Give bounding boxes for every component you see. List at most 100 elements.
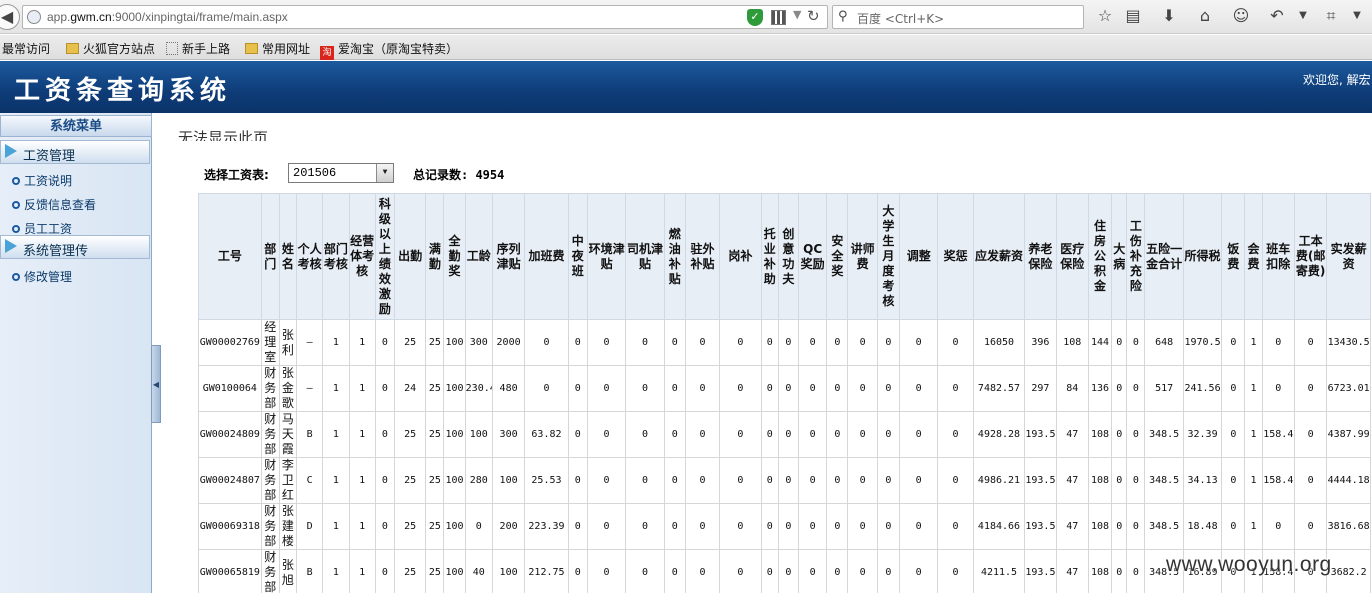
menu-item-feedback[interactable]: 反馈信息查看 xyxy=(12,196,96,213)
table-cell: 0 xyxy=(567,457,588,504)
menu-dropdown-icon[interactable]: ▼ xyxy=(1292,5,1314,27)
url-field[interactable]: app.gwm.cn:9000/xinpingtai/frame/main.as… xyxy=(22,5,828,29)
table-cell: 47 xyxy=(1055,457,1089,504)
reading-list-icon[interactable]: ▤ xyxy=(1122,5,1144,27)
chat-icon[interactable]: ☺ xyxy=(1230,5,1252,27)
table-cell: 0 xyxy=(663,549,686,593)
expand-arrow-icon xyxy=(5,144,17,158)
expand-arrow-icon xyxy=(5,239,17,253)
bookmark-common-sites[interactable]: 常用网址 xyxy=(245,40,310,57)
col-header: 班车扣除 xyxy=(1261,193,1295,320)
table-cell: 0 xyxy=(876,457,901,504)
col-header: 全勤奖 xyxy=(443,193,466,320)
table-cell: 张利 xyxy=(278,319,297,366)
back-arrow-icon[interactable]: ◀ xyxy=(0,4,20,30)
table-cell: 100 xyxy=(464,411,493,458)
table-cell: 25 xyxy=(393,457,427,504)
table-cell: B xyxy=(295,411,324,458)
col-header: QC奖励 xyxy=(797,193,828,320)
bookmark-getting-started[interactable]: 新手上路 xyxy=(166,40,230,57)
table-cell: 1 xyxy=(348,365,376,412)
more-dropdown-icon[interactable]: ▼ xyxy=(1346,5,1368,27)
table-cell: 0 xyxy=(1111,503,1128,550)
download-icon[interactable]: ⬇ xyxy=(1158,5,1180,27)
table-row: GW00002769 经理室 张利 –1 1 0 25 25 100 300 2000 0 0 0 0 0 0 0… xyxy=(198,319,1371,366)
col-header: 住房公积金 xyxy=(1087,193,1113,320)
error-message: 无法显示此页 xyxy=(178,129,269,141)
table-cell: 0 xyxy=(876,319,901,366)
table-cell: 0 xyxy=(663,411,686,458)
table-cell: 0 xyxy=(1111,365,1128,412)
table-cell: 0 xyxy=(1261,319,1295,366)
menu-group-salary[interactable]: 工资管理 xyxy=(0,140,150,164)
table-cell: 张建楼 xyxy=(278,503,297,550)
col-header: 岗补 xyxy=(719,193,762,320)
crop-icon[interactable]: ⌗ xyxy=(1320,5,1342,27)
table-cell: 108 xyxy=(1087,411,1113,458)
col-header: 驻外补贴 xyxy=(684,193,721,320)
table-cell: 0 xyxy=(777,319,800,366)
select-label: 选择工资表: xyxy=(204,168,269,182)
table-cell: 100 xyxy=(443,319,466,366)
col-header: 部门考核 xyxy=(322,193,350,320)
col-header: 医疗保险 xyxy=(1055,193,1089,320)
table-cell: 158.4 xyxy=(1261,411,1295,458)
table-cell: 0 xyxy=(847,365,878,412)
table-cell: 100 xyxy=(491,457,526,504)
table-cell: 1 xyxy=(322,319,350,366)
table-cell: 25 xyxy=(425,503,445,550)
menu-group-system[interactable]: 系统管理传 xyxy=(0,235,150,259)
bookmarks-bar: 最常访问 火狐官方站点 新手上路 常用网址 淘爱淘宝（原淘宝特卖） xyxy=(0,35,1372,60)
table-cell: 0 xyxy=(898,457,939,504)
table-cell: 0 xyxy=(586,319,627,366)
menu-item-modify[interactable]: 修改管理 xyxy=(12,268,72,285)
undo-icon[interactable]: ↶ xyxy=(1266,5,1288,27)
table-cell: 0 xyxy=(625,503,665,550)
col-header: 加班费 xyxy=(524,193,569,320)
url-text: app.gwm.cn:9000/xinpingtai/frame/main.as… xyxy=(47,10,288,24)
menu-group-label: 工资管理 xyxy=(23,149,76,164)
qrcode-icon[interactable] xyxy=(771,10,786,25)
bookmark-most-visited[interactable]: 最常访问 xyxy=(2,40,50,57)
search-input[interactable]: ⚲ 百度 <Ctrl+K> xyxy=(832,5,1084,29)
table-cell: 0 xyxy=(625,549,665,593)
table-cell: 24 xyxy=(393,365,427,412)
shield-icon[interactable]: ✓ xyxy=(747,9,763,26)
table-cell: 0 xyxy=(1221,319,1246,366)
chevron-down-icon[interactable]: ▼ xyxy=(376,164,393,182)
reload-icon[interactable]: ↻ xyxy=(807,7,820,25)
table-cell: GW00024807 xyxy=(198,457,262,504)
salary-table-container: 工号 部门 姓名 个人考核 部门考核 经营体考核 科级以上绩效激励 出勤 满勤 … xyxy=(198,193,1372,593)
table-cell: 4444.18 xyxy=(1326,457,1371,504)
table-cell: 1 xyxy=(1244,319,1263,366)
period-select[interactable]: 201506 ▼ xyxy=(288,163,394,183)
table-cell: 0 xyxy=(797,319,828,366)
table-cell: 193.5 xyxy=(1024,549,1057,593)
table-cell: GW0100064 xyxy=(198,365,262,412)
table-cell: 0 xyxy=(847,411,878,458)
table-cell: 0 xyxy=(586,549,627,593)
col-header: 工本费(邮寄费) xyxy=(1293,193,1328,320)
bookmark-firefox-site[interactable]: 火狐官方站点 xyxy=(66,40,155,57)
table-cell: 0 xyxy=(760,503,779,550)
col-header: 所得税 xyxy=(1182,193,1223,320)
bookmark-star-icon[interactable]: ☆ xyxy=(1094,5,1116,27)
table-cell: 0 xyxy=(719,457,762,504)
table-cell: 0 xyxy=(760,365,779,412)
home-icon[interactable]: ⌂ xyxy=(1194,5,1216,27)
table-cell: 0 xyxy=(777,549,800,593)
menu-item-salary-notes[interactable]: 工资说明 xyxy=(12,172,72,189)
dropdown-arrow-icon[interactable]: ▼ xyxy=(793,8,801,21)
sidebar-collapse-handle[interactable]: ◀ xyxy=(151,345,161,423)
page-icon xyxy=(166,42,178,55)
bookmark-aitaobao[interactable]: 淘爱淘宝（原淘宝特卖） xyxy=(320,40,458,60)
table-cell: 100 xyxy=(443,365,466,412)
table-cell: 0 xyxy=(586,365,627,412)
table-cell: 1 xyxy=(1244,365,1263,412)
table-cell: 0 xyxy=(524,319,569,366)
col-header: 托业补助 xyxy=(760,193,779,320)
table-cell: 4986.21 xyxy=(972,457,1026,504)
table-cell: 0 xyxy=(777,503,800,550)
table-cell: 0 xyxy=(777,411,800,458)
table-cell: 193.5 xyxy=(1024,503,1057,550)
